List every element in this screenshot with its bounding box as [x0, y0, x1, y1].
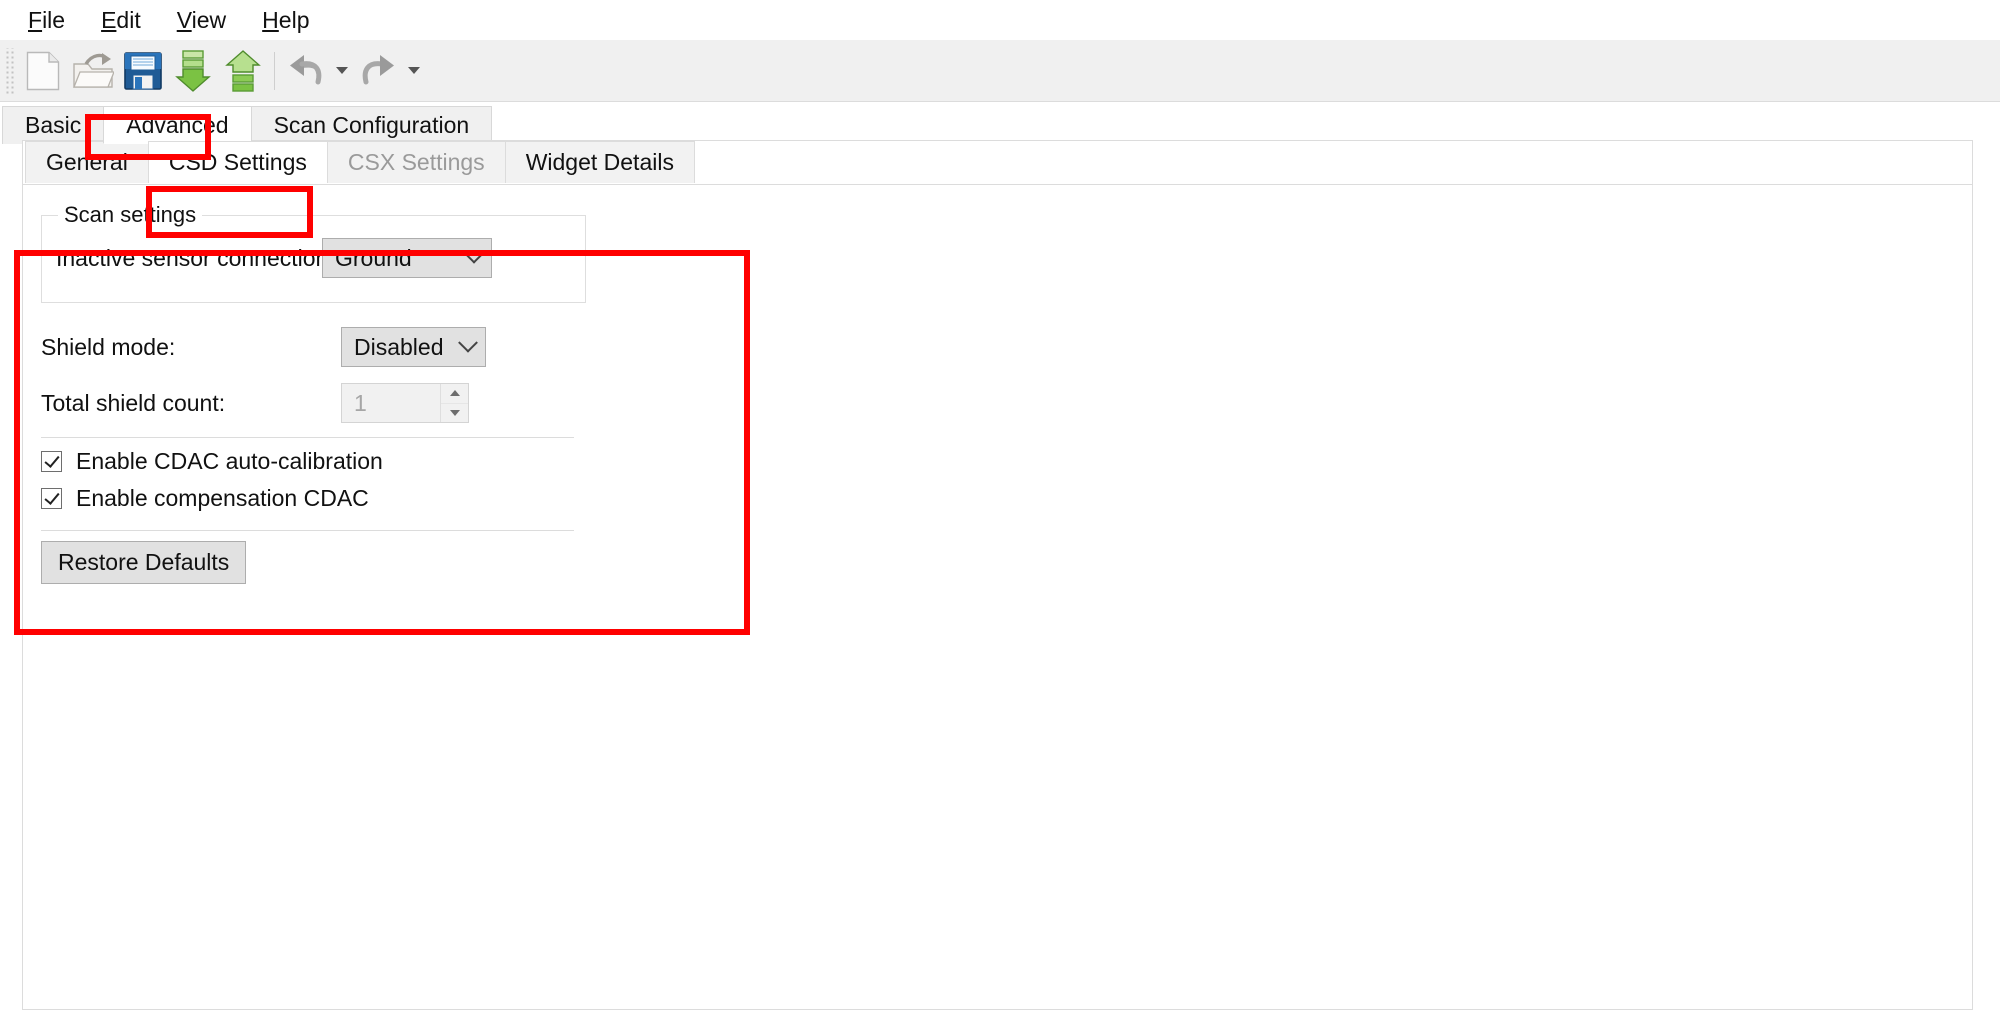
tab-csd-settings-label: CSD Settings: [168, 149, 307, 175]
tab-widget-details[interactable]: Widget Details: [504, 141, 695, 183]
toolbar-grip[interactable]: [4, 47, 14, 94]
compensation-cdac-label: Enable compensation CDAC: [76, 485, 369, 511]
chevron-down-icon: [336, 67, 348, 74]
redo-dropdown-button[interactable]: [403, 46, 425, 96]
cdac-autocal-label: Enable CDAC auto-calibration: [76, 448, 383, 474]
redo-button[interactable]: [353, 46, 403, 96]
save-floppy-icon: [124, 51, 162, 90]
import-download-icon: [175, 49, 211, 92]
shield-mode-select[interactable]: Disabled: [341, 327, 486, 367]
tab-general[interactable]: General: [25, 141, 149, 183]
open-folder-button[interactable]: [68, 46, 118, 96]
inactive-sensor-row: Inactive sensor connection: Ground: [56, 238, 571, 278]
toolbar: [0, 40, 2000, 102]
new-file-button[interactable]: [18, 46, 68, 96]
menu-label-file: ile: [42, 6, 66, 33]
undo-dropdown-button[interactable]: [331, 46, 353, 96]
advanced-panel: General CSD Settings CSX Settings Widget…: [22, 140, 1973, 1010]
scan-settings-groupbox: Scan settings Inactive sensor connection…: [41, 202, 586, 303]
csd-settings-form: Scan settings Inactive sensor connection…: [41, 202, 601, 584]
total-shield-count-value: 1: [354, 389, 367, 416]
csd-settings-content: Scan settings Inactive sensor connection…: [23, 184, 1972, 1009]
menu-item-edit[interactable]: Edit: [83, 5, 159, 36]
arrow-down-icon: [449, 409, 460, 416]
menu-mnemonic-file: F: [28, 6, 43, 33]
import-button[interactable]: [168, 46, 218, 96]
restore-defaults-label: Restore Defaults: [58, 549, 230, 575]
shield-mode-row: Shield mode: Disabled: [41, 327, 601, 367]
menu-item-view[interactable]: View: [159, 5, 244, 36]
menu-label-edit: dit: [116, 6, 141, 33]
undo-icon: [290, 54, 322, 84]
tab-csx-settings: CSX Settings: [326, 141, 506, 183]
export-button[interactable]: [218, 46, 268, 96]
save-button[interactable]: [118, 46, 168, 96]
arrow-up-icon: [449, 390, 460, 397]
tab-basic-label: Basic: [25, 112, 82, 138]
cdac-autocal-checkbox-row[interactable]: Enable CDAC auto-calibration: [41, 448, 601, 475]
total-shield-count-stepper[interactable]: 1: [341, 383, 469, 423]
menu-item-file[interactable]: File: [10, 5, 83, 36]
shield-mode-value: Disabled: [354, 333, 444, 360]
export-upload-icon: [225, 49, 261, 92]
redo-icon: [362, 54, 394, 84]
chevron-down-icon: [408, 67, 420, 74]
scan-settings-title: Scan settings: [58, 202, 203, 228]
stepper-decrement-button[interactable]: [441, 403, 468, 422]
tab-advanced[interactable]: Advanced: [103, 106, 252, 144]
tab-csx-settings-label: CSX Settings: [347, 149, 485, 175]
tab-scan-configuration-label: Scan Configuration: [273, 112, 470, 138]
form-divider-top: [41, 437, 574, 438]
inactive-sensor-label: Inactive sensor connection:: [56, 244, 335, 271]
total-shield-count-label: Total shield count:: [41, 389, 226, 416]
restore-defaults-button[interactable]: Restore Defaults: [41, 541, 247, 584]
cdac-autocal-checkbox[interactable]: [41, 451, 62, 472]
menu-mnemonic-help: H: [262, 6, 279, 33]
tab-csd-settings[interactable]: CSD Settings: [147, 141, 328, 183]
total-shield-count-stepper-buttons: [440, 384, 468, 422]
open-folder-icon: [73, 52, 114, 88]
menu-mnemonic-view: V: [176, 6, 192, 33]
chevron-down-icon: [464, 243, 484, 264]
stepper-increment-button[interactable]: [441, 384, 468, 404]
form-divider-bottom: [41, 530, 574, 531]
inactive-sensor-connection-value: Ground: [335, 244, 412, 271]
toolbar-separator: [274, 51, 275, 90]
menu-label-view: iew: [191, 6, 227, 33]
compensation-cdac-checkbox[interactable]: [41, 488, 62, 509]
tab-general-label: General: [46, 149, 128, 175]
total-shield-count-row: Total shield count: 1: [41, 383, 601, 423]
outer-tab-bar: Basic Advanced Scan Configuration: [0, 102, 2000, 144]
undo-button[interactable]: [281, 46, 331, 96]
tab-advanced-label: Advanced: [126, 111, 229, 138]
menu-item-help[interactable]: Help: [244, 5, 327, 36]
menu-mnemonic-edit: E: [101, 6, 117, 33]
chevron-down-icon: [458, 332, 478, 353]
menu-bar: File Edit View Help: [0, 0, 2000, 40]
menu-label-help: elp: [278, 6, 310, 33]
tab-widget-details-label: Widget Details: [525, 149, 674, 175]
inner-tab-bar: General CSD Settings CSX Settings Widget…: [23, 139, 695, 183]
compensation-cdac-checkbox-row[interactable]: Enable compensation CDAC: [41, 485, 601, 512]
inactive-sensor-connection-select[interactable]: Ground: [322, 238, 492, 278]
new-file-icon: [26, 51, 60, 90]
shield-mode-label: Shield mode:: [41, 333, 176, 360]
